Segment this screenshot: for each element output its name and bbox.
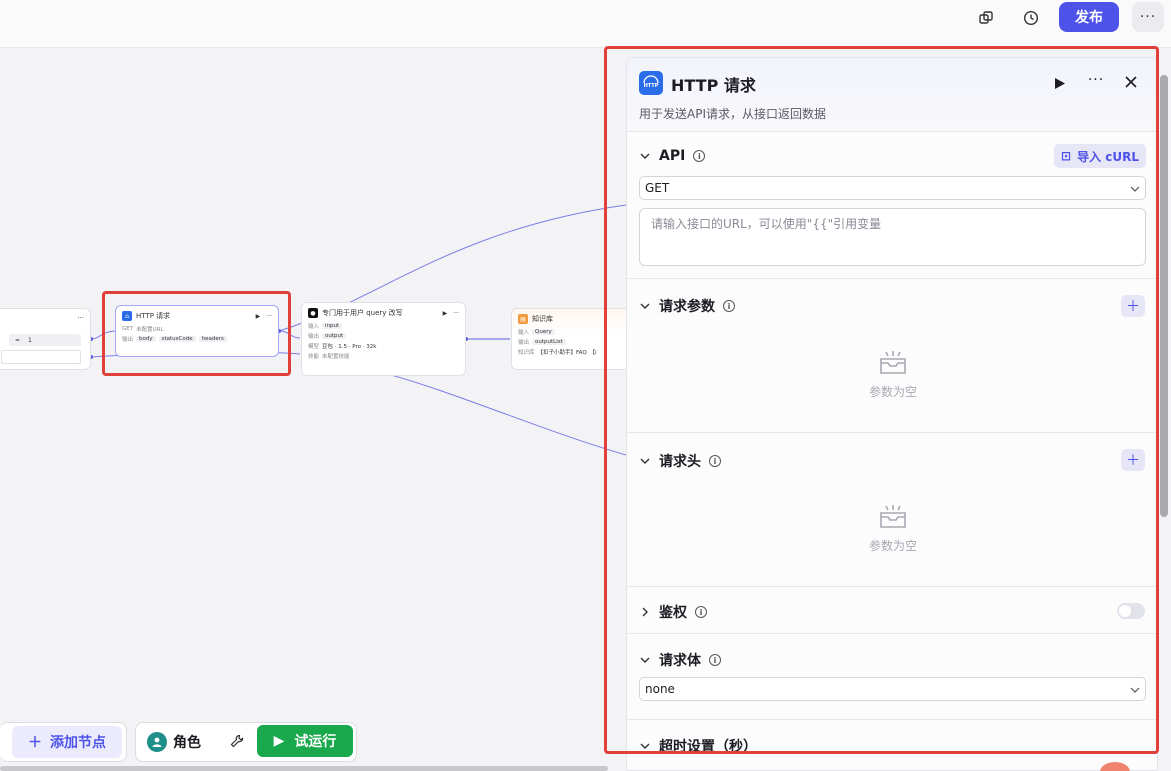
horizontal-scrollbar[interactable] xyxy=(0,766,608,771)
input-label: 输入 xyxy=(308,324,320,330)
add-node-button[interactable]: ＋ 添加节点 xyxy=(12,726,122,758)
output-tag: output xyxy=(322,333,347,339)
node-title: 知识库 xyxy=(532,315,553,323)
output-label: 输出 xyxy=(518,340,530,346)
plus-icon: ＋ xyxy=(28,735,42,751)
edge xyxy=(379,371,627,456)
panel-scrollbar[interactable] xyxy=(1160,75,1168,517)
node-header: ● 专门用于用户 query 改写 ▶ ··· xyxy=(302,303,465,321)
node-skill-row: 技能 未配置技能 xyxy=(302,351,465,361)
condition-input[interactable] xyxy=(1,350,81,364)
add-node-label: 添加节点 xyxy=(50,735,106,751)
node-output-row: 输出 output xyxy=(302,331,465,341)
condition-value: 1 xyxy=(28,336,32,344)
test-run-label: 试运行 xyxy=(294,734,337,750)
node-more-button[interactable]: ··· xyxy=(77,314,84,322)
knowledge-icon: ▤ xyxy=(518,314,528,324)
kb-label: 知识库 xyxy=(518,350,535,356)
node-title: 专门用于用户 query 改写 xyxy=(322,309,403,317)
model-label: 模型 xyxy=(308,344,320,350)
panel-highlight-frame xyxy=(604,46,1159,754)
node-more-button[interactable]: ··· xyxy=(453,310,459,317)
wrench-icon[interactable] xyxy=(228,731,246,751)
test-run-button[interactable]: ▶ 试运行 xyxy=(257,725,353,757)
input-tag: Query xyxy=(532,329,555,335)
skill-value: 未配置技能 xyxy=(322,354,350,360)
role-button[interactable]: 角色 xyxy=(147,730,201,754)
kb-value: 【i xyxy=(589,350,597,356)
condition-node[interactable]: ··· = 1 xyxy=(0,308,91,370)
condition-operator: = xyxy=(15,336,21,344)
node-input-row: 输入 input xyxy=(302,321,465,331)
llm-rewrite-node[interactable]: ● 专门用于用户 query 改写 ▶ ··· 输入 input 输出 output … xyxy=(301,302,466,376)
node-model-row: 模型 豆包 · 1.5 · Pro · 32k xyxy=(302,341,465,351)
skill-label: 技能 xyxy=(308,354,320,360)
kb-value: 【扣子小助手】FAQ xyxy=(537,350,587,356)
output-label: 输出 xyxy=(308,334,320,340)
model-value: 豆包 · 1.5 · Pro · 32k xyxy=(322,344,377,350)
llm-icon: ● xyxy=(308,308,318,318)
role-avatar-icon xyxy=(147,732,167,752)
output-tag: outputList xyxy=(532,339,566,345)
play-icon: ▶ xyxy=(273,733,285,749)
role-label: 角色 xyxy=(173,735,201,751)
input-label: 输入 xyxy=(518,330,530,336)
selection-highlight xyxy=(102,291,291,376)
play-icon[interactable]: ▶ xyxy=(443,310,448,317)
condition-row[interactable]: = 1 xyxy=(9,334,81,346)
input-tag: input xyxy=(322,323,343,329)
